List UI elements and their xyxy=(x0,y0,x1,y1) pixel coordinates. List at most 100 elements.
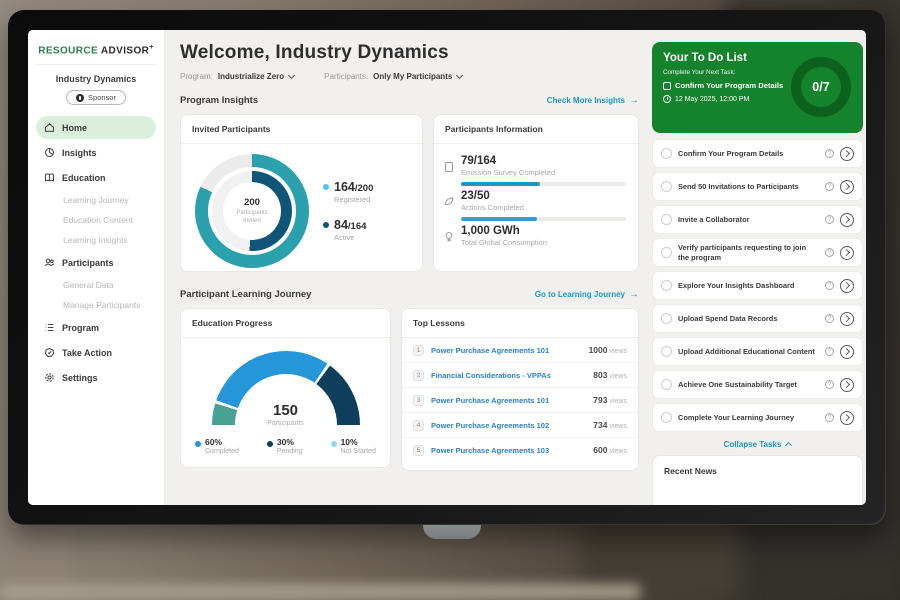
task-checkbox[interactable] xyxy=(661,181,672,192)
legend-label: Pending xyxy=(277,448,303,455)
legend-completed: 60% Completed xyxy=(195,437,239,455)
program-filter-label: Program: xyxy=(180,72,213,81)
task-row: Achieve One Sustainability Target xyxy=(652,370,863,399)
link-label: Go to Learning Journey xyxy=(535,290,625,299)
pending-bullet-icon xyxy=(267,441,273,447)
info-icon[interactable] xyxy=(825,281,834,290)
info-icon[interactable] xyxy=(825,347,834,356)
participants-filter[interactable]: Participants: Only My Participants xyxy=(324,72,462,81)
task-checkbox[interactable] xyxy=(661,148,672,159)
legend-active: 84/164 Active xyxy=(323,218,373,242)
emission-progress-bar xyxy=(461,182,626,186)
task-open-button[interactable] xyxy=(840,378,854,392)
active-total: /164 xyxy=(348,221,367,232)
lesson-link[interactable]: Financial Considerations - VPPAs xyxy=(431,371,586,380)
active-bullet-icon xyxy=(323,222,329,228)
sidebar-item-learning-journey[interactable]: Learning Journey xyxy=(36,190,156,210)
gear-icon xyxy=(44,372,55,383)
task-row: Verify participants requesting to join t… xyxy=(652,238,863,267)
info-icon[interactable] xyxy=(825,314,834,323)
task-checkbox[interactable] xyxy=(661,214,672,225)
participants-filter-label: Participants: xyxy=(324,72,368,81)
not-started-bullet-icon xyxy=(331,441,337,447)
task-open-button[interactable] xyxy=(840,246,854,260)
active-label: Active xyxy=(334,233,366,242)
clock-icon xyxy=(663,95,671,103)
sidebar-item-education[interactable]: Education xyxy=(36,166,156,189)
card-title: Top Lessons xyxy=(402,309,638,338)
task-open-button[interactable] xyxy=(840,411,854,425)
lesson-link[interactable]: Power Purchase Agreements 102 xyxy=(431,421,586,430)
sponsor-icon xyxy=(76,94,84,102)
card-title: Participants Information xyxy=(434,115,638,144)
task-label: Explore Your Insights Dashboard xyxy=(678,281,819,291)
sidebar-item-label: Home xyxy=(62,123,87,133)
task-list: Confirm Your Program Details Send 50 Inv… xyxy=(652,139,863,432)
go-to-learning-journey-link[interactable]: Go to Learning Journey → xyxy=(535,290,639,300)
lesson-link[interactable]: Power Purchase Agreements 103 xyxy=(431,446,586,455)
task-checkbox[interactable] xyxy=(661,412,672,423)
rank-badge: 4 xyxy=(413,420,424,431)
sidebar-item-label: Program xyxy=(62,323,99,333)
emission-survey-stat: 79/164 Emission Survey Completed xyxy=(444,155,626,186)
task-open-button[interactable] xyxy=(840,312,854,326)
sidebar-item-label: Insights xyxy=(62,148,97,158)
task-open-button[interactable] xyxy=(840,147,854,161)
survey-icon xyxy=(444,161,454,173)
sidebar-item-take-action[interactable]: Take Action xyxy=(36,341,156,364)
task-checkbox[interactable] xyxy=(661,346,672,357)
sidebar-item-manage-participants[interactable]: Manage Participants xyxy=(36,295,156,315)
legend-registered: 164/200 Registered xyxy=(323,180,373,204)
sidebar: RESOURCE ADVISOR+ Industry Dynamics Spon… xyxy=(28,30,165,505)
task-open-button[interactable] xyxy=(840,279,854,293)
people-icon xyxy=(44,257,55,268)
registered-bullet-icon xyxy=(323,184,329,190)
sidebar-item-participants[interactable]: Participants xyxy=(36,251,156,274)
task-label: Upload Additional Educational Content xyxy=(678,347,819,357)
task-open-button[interactable] xyxy=(840,213,854,227)
logo-plus: + xyxy=(149,44,154,51)
info-icon[interactable] xyxy=(825,248,834,257)
info-icon[interactable] xyxy=(825,149,834,158)
sidebar-item-program[interactable]: Program xyxy=(36,316,156,339)
legend-pct: 10% xyxy=(341,437,376,447)
lesson-link[interactable]: Power Purchase Agreements 101 xyxy=(431,396,586,405)
legend-pct: 60% xyxy=(205,437,239,447)
dashboard-screen: RESOURCE ADVISOR+ Industry Dynamics Spon… xyxy=(28,30,866,505)
legend-label: Completed xyxy=(205,448,239,455)
task-checkbox[interactable] xyxy=(661,313,672,324)
sidebar-item-learning-insights[interactable]: Learning Insights xyxy=(36,230,156,250)
collapse-tasks-link[interactable]: Collapse Tasks xyxy=(652,432,863,455)
sidebar-item-home[interactable]: Home xyxy=(36,116,156,139)
arrow-right-icon: → xyxy=(629,290,639,300)
lesson-views: 734 xyxy=(593,420,607,430)
sidebar-item-settings[interactable]: Settings xyxy=(36,366,156,389)
views-suffix: views xyxy=(609,373,627,380)
todo-panel: Your To Do List Complete Your Next Task:… xyxy=(652,30,866,505)
task-open-button[interactable] xyxy=(840,180,854,194)
sidebar-item-education-content[interactable]: Education Content xyxy=(36,210,156,230)
program-insights-header: Program Insights Check More Insights → xyxy=(180,95,639,106)
main-content: Welcome, Industry Dynamics Program: Indu… xyxy=(165,30,652,505)
info-icon[interactable] xyxy=(825,413,834,422)
program-filter[interactable]: Program: Industrialize Zero xyxy=(180,72,294,81)
task-checkbox[interactable] xyxy=(661,379,672,390)
stat-value: 79/164 xyxy=(461,155,626,167)
info-icon[interactable] xyxy=(825,182,834,191)
task-open-button[interactable] xyxy=(840,345,854,359)
chevron-down-icon xyxy=(456,71,463,78)
stat-value: 1,000 GWh xyxy=(461,225,626,237)
organization-name: Industry Dynamics xyxy=(36,74,156,84)
lesson-link[interactable]: Power Purchase Agreements 101 xyxy=(431,346,582,355)
task-checkbox[interactable] xyxy=(661,280,672,291)
task-checkbox[interactable] xyxy=(661,247,672,258)
due-date-label: 12 May 2025, 12:00 PM xyxy=(675,96,749,103)
sidebar-item-insights[interactable]: Insights xyxy=(36,141,156,164)
info-icon[interactable] xyxy=(825,380,834,389)
stat-label: Total Global Consumption xyxy=(461,238,626,247)
lesson-row: 5 Power Purchase Agreements 103 600views xyxy=(402,438,638,462)
views-suffix: views xyxy=(609,398,627,405)
check-more-insights-link[interactable]: Check More Insights → xyxy=(547,96,639,106)
info-icon[interactable] xyxy=(825,215,834,224)
sidebar-item-general-data[interactable]: General Data xyxy=(36,275,156,295)
